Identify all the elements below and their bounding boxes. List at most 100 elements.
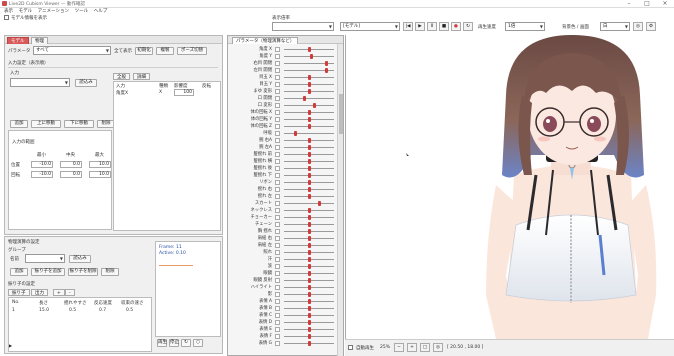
keyframe-toggle[interactable] — [275, 124, 280, 129]
keyframe-toggle[interactable] — [275, 194, 280, 199]
keyframe-toggle[interactable] — [275, 257, 280, 262]
keyframe-toggle[interactable] — [275, 299, 280, 304]
keyframe-toggle[interactable] — [275, 250, 280, 255]
background-select[interactable]: 白 ▼ — [600, 22, 630, 31]
reset-button[interactable]: 初期化 — [135, 47, 153, 55]
model-canvas[interactable] — [345, 35, 674, 339]
slider-knob[interactable] — [308, 194, 311, 199]
parameter-select[interactable]: すべて ▼ — [33, 46, 111, 55]
keyframe-toggle[interactable] — [275, 47, 280, 52]
slider-knob[interactable] — [308, 313, 311, 318]
keyframe-toggle[interactable] — [275, 215, 280, 220]
slider-knob[interactable] — [324, 61, 328, 66]
parameter-row[interactable]: 表情 A — [228, 298, 338, 305]
input-select[interactable]: ▼ — [10, 78, 70, 87]
slider-knob[interactable] — [308, 320, 311, 325]
slider-knob[interactable] — [308, 159, 311, 164]
slider-knob[interactable] — [308, 222, 311, 227]
slider-knob[interactable] — [308, 334, 311, 339]
zoom-in-button[interactable]: + — [407, 343, 417, 352]
parameter-row[interactable]: 髪揺れ 下 — [228, 172, 338, 179]
scrollbar-thumb[interactable] — [339, 94, 343, 134]
keyframe-toggle[interactable] — [275, 68, 280, 73]
keyframe-toggle[interactable] — [275, 341, 280, 346]
parameter-slider[interactable] — [284, 133, 334, 134]
parameter-slider[interactable] — [284, 98, 334, 99]
menu-model[interactable]: モデル — [19, 8, 33, 15]
preview-play-button[interactable]: 再生 — [157, 339, 167, 347]
slider-knob[interactable] — [308, 285, 311, 290]
parameter-row[interactable]: 左目 開閉 — [228, 67, 338, 74]
cell-no[interactable]: 1 — [12, 308, 15, 313]
parameter-row[interactable]: 表情 F — [228, 333, 338, 340]
slider-knob[interactable] — [308, 264, 311, 269]
rotation-min-field[interactable]: -10.0 — [31, 171, 53, 178]
keyframe-toggle[interactable] — [275, 271, 280, 276]
slider-knob[interactable] — [308, 278, 311, 283]
parameter-row[interactable]: 体の回転 Y — [228, 116, 338, 123]
parameter-row[interactable]: スカート — [228, 200, 338, 207]
parameter-row[interactable]: 照れ — [228, 249, 338, 256]
slider-knob[interactable] — [308, 271, 311, 276]
add-group-button[interactable]: 追加 — [10, 268, 28, 276]
fit-button[interactable]: □ — [420, 343, 430, 352]
keyframe-toggle[interactable] — [275, 103, 280, 108]
keyframe-toggle[interactable] — [275, 320, 280, 325]
keyframe-toggle[interactable] — [275, 187, 280, 192]
slider-knob[interactable] — [308, 124, 311, 129]
parameter-row[interactable]: 揺れ 左 — [228, 193, 338, 200]
parameter-row[interactable]: 胸 揺れ — [228, 228, 338, 235]
cell-weight[interactable]: 100 — [174, 89, 194, 96]
prev-button[interactable]: |◀ — [403, 22, 413, 31]
copy-button[interactable]: 複製 — [156, 47, 174, 55]
keyframe-toggle[interactable] — [275, 201, 280, 206]
move-up-button[interactable]: 上に移動 — [31, 120, 61, 128]
keyframe-toggle[interactable] — [275, 54, 280, 59]
slider-knob[interactable] — [308, 47, 311, 52]
parameter-row[interactable]: 角度 Y — [228, 53, 338, 60]
tab-detail[interactable]: 詳細 — [133, 73, 150, 80]
keyframe-toggle[interactable] — [275, 75, 280, 80]
keyframe-toggle[interactable] — [275, 222, 280, 227]
parameter-slider[interactable] — [284, 105, 334, 106]
parameter-slider[interactable] — [284, 203, 334, 204]
slider-knob[interactable] — [293, 131, 297, 136]
autoplay-checkbox[interactable] — [348, 345, 353, 350]
parameter-row[interactable]: 口 変形 — [228, 102, 338, 109]
load-input-button[interactable]: 読込み — [75, 79, 97, 87]
camera-button[interactable]: ◎ — [633, 22, 643, 31]
slider-knob[interactable] — [303, 96, 307, 101]
slider-knob[interactable] — [308, 208, 311, 213]
parameter-row[interactable]: 肩紐 左 — [228, 242, 338, 249]
group-select[interactable]: ▼ — [25, 254, 65, 263]
loop-button[interactable]: ↻ — [463, 22, 473, 31]
slider-knob[interactable] — [308, 82, 311, 87]
add-input-button[interactable]: 追加 — [10, 120, 28, 128]
model-info-toggle[interactable]: モデル情報を表示 — [4, 15, 47, 22]
parameter-row[interactable]: ハイライト — [228, 284, 338, 291]
slider-knob[interactable] — [308, 257, 311, 262]
tab-general[interactable]: 全般 — [113, 73, 130, 80]
close-button[interactable]: × — [656, 0, 674, 8]
parameter-row[interactable]: 体の回転 Z — [228, 123, 338, 130]
slider-knob[interactable] — [308, 243, 311, 248]
parameter-row[interactable]: チョーカー — [228, 214, 338, 221]
menu-tools[interactable]: ツール — [75, 8, 89, 15]
keyframe-toggle[interactable] — [275, 173, 280, 178]
slider-knob[interactable] — [308, 327, 311, 332]
keyframe-toggle[interactable] — [275, 166, 280, 171]
keyframe-toggle[interactable] — [275, 96, 280, 101]
center-button[interactable]: ◎ — [433, 343, 443, 352]
slider-knob[interactable] — [308, 75, 311, 80]
keyframe-toggle[interactable] — [275, 208, 280, 213]
parameter-row[interactable]: 口 開閉 — [228, 95, 338, 102]
menu-help[interactable]: ヘルプ — [94, 8, 108, 15]
keyframe-toggle[interactable] — [275, 82, 280, 87]
scale-select[interactable]: ▼ — [272, 22, 334, 31]
tab-output[interactable]: 出力 — [31, 289, 48, 296]
speed-select[interactable]: 1倍 ▼ — [505, 22, 545, 31]
slider-knob[interactable] — [308, 138, 311, 143]
parameter-row[interactable]: 表情 G — [228, 340, 338, 347]
slider-knob[interactable] — [308, 292, 311, 297]
keyframe-toggle[interactable] — [275, 110, 280, 115]
